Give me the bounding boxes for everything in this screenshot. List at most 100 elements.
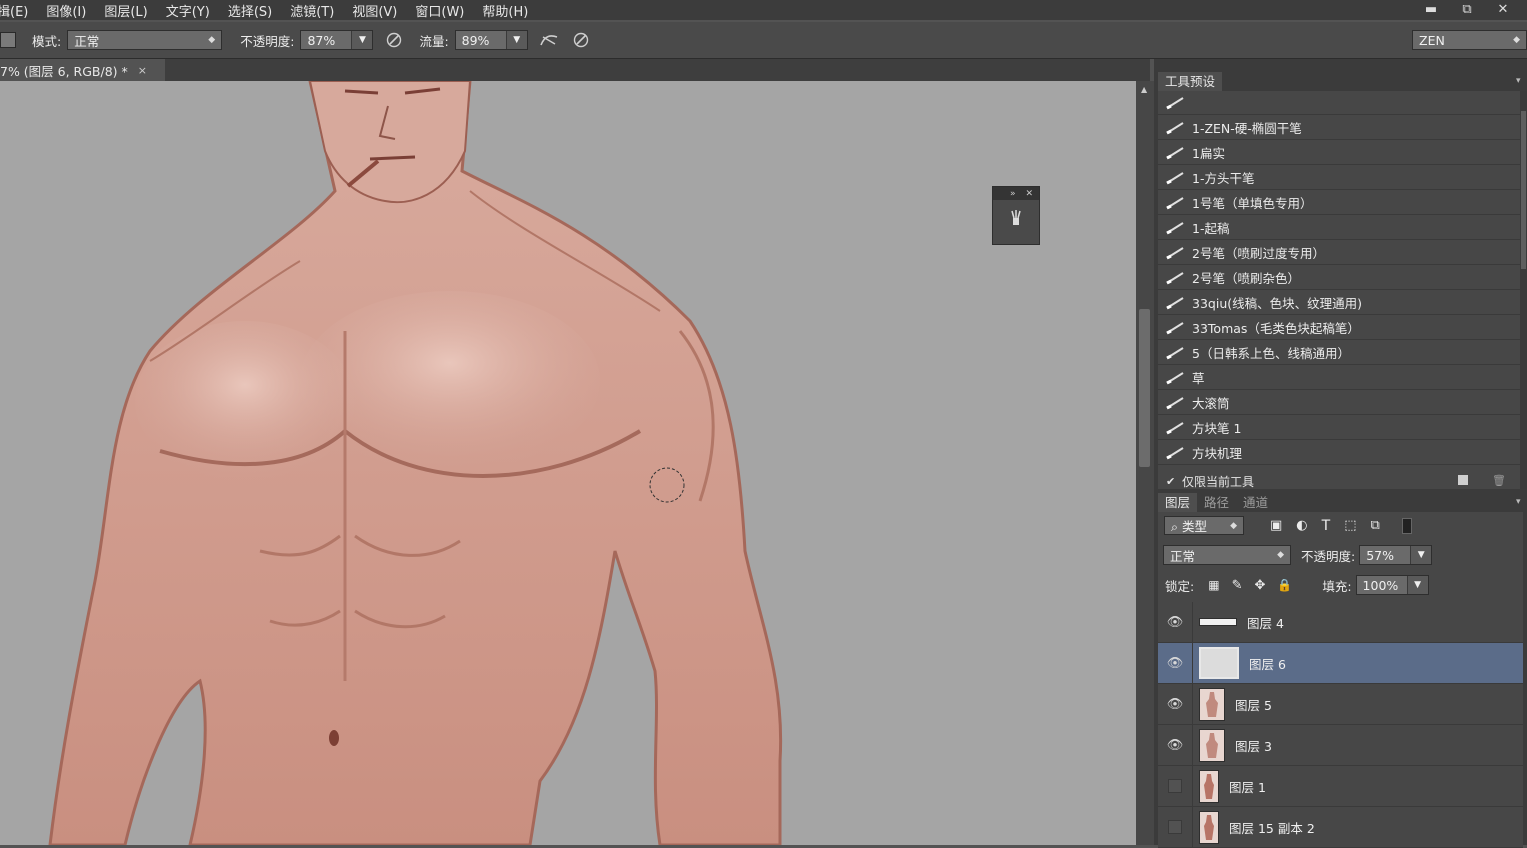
blend-mode-select[interactable]: 正常 ◆ (1163, 545, 1291, 565)
preset-item[interactable]: 1-起稿 (1158, 216, 1520, 240)
preset-item[interactable]: 大滚筒 (1158, 391, 1520, 415)
opacity-dropdown-arrow-icon[interactable]: ▼ (351, 31, 373, 49)
menu-window[interactable]: 窗口(W) (406, 1, 473, 20)
menu-layer[interactable]: 图层(L) (95, 1, 156, 20)
pressure-opacity-icon[interactable] (383, 29, 405, 51)
filter-adjustment-icon[interactable]: ◐ (1296, 518, 1307, 533)
workspace-select[interactable]: ZEN ◆ (1412, 30, 1527, 50)
opacity-label: 不透明度: (240, 33, 295, 49)
close-icon[interactable]: ✕ (1025, 189, 1033, 199)
presets-scrollbar[interactable] (1520, 91, 1527, 489)
brush-preset-icon (1158, 446, 1192, 460)
layer-opacity-field[interactable]: 57% ▼ (1359, 545, 1433, 565)
filter-type-icon[interactable]: T (1322, 518, 1331, 534)
airbrush-icon[interactable] (538, 29, 560, 51)
eye-icon[interactable]: 👁 (1158, 602, 1193, 642)
fill-value[interactable]: 100% (1357, 578, 1407, 593)
layer-opacity-value[interactable]: 57% (1360, 548, 1410, 563)
layer-row[interactable]: 图层 1 (1158, 766, 1523, 807)
menu-type[interactable]: 文字(Y) (157, 1, 219, 20)
close-window-button[interactable]: ✕ (1485, 0, 1521, 18)
filter-pixel-icon[interactable]: ▣ (1270, 518, 1282, 533)
flow-dropdown-arrow-icon[interactable]: ▼ (505, 31, 527, 49)
layer-opacity-dropdown-icon[interactable]: ▼ (1410, 546, 1432, 564)
filter-shape-icon[interactable]: ⬚ (1344, 518, 1356, 533)
visibility-toggle-off[interactable] (1158, 766, 1193, 806)
menu-image[interactable]: 图像(I) (37, 1, 95, 20)
canvas-vertical-scrollbar[interactable]: ▲ (1136, 81, 1154, 845)
opacity-value[interactable]: 87% (301, 33, 351, 48)
brush-preset-icon (1158, 171, 1192, 185)
tool-preset-picker-icon[interactable] (0, 32, 16, 48)
current-tool-only-checkbox[interactable]: ✔ (1166, 475, 1178, 488)
restore-button[interactable]: ⧉ (1449, 0, 1485, 18)
preset-item[interactable]: 2号笔（喷刷杂色） (1158, 266, 1520, 290)
opacity-field[interactable]: 87% ▼ (300, 30, 374, 50)
preset-item[interactable]: 33qiu(线稿、色块、纹理通用) (1158, 291, 1520, 315)
fill-field[interactable]: 100% ▼ (1355, 575, 1429, 595)
preset-item[interactable]: 方块机理 (1158, 441, 1520, 465)
preset-item[interactable]: 草 (1158, 366, 1520, 390)
preset-item[interactable]: 5（日韩系上色、线稿通用） (1158, 341, 1520, 365)
lock-all-icon[interactable]: 🔒 (1277, 578, 1292, 592)
flow-field[interactable]: 89% ▼ (454, 30, 528, 50)
preset-item[interactable]: 1-ZEN-硬-椭圆干笔 (1158, 116, 1520, 140)
lock-image-icon[interactable]: ✎ (1232, 578, 1243, 593)
preset-item[interactable]: 1-方头干笔 (1158, 166, 1520, 190)
floating-panel-header[interactable]: » ✕ (993, 187, 1039, 200)
eye-icon[interactable]: 👁 (1158, 643, 1193, 683)
menu-select[interactable]: 选择(S) (219, 1, 281, 20)
scrollbar-thumb[interactable] (1139, 309, 1150, 467)
layer-row[interactable]: 👁 图层 3 (1158, 725, 1523, 766)
preset-item[interactable]: 2号笔（喷刷过度专用） (1158, 241, 1520, 265)
brush-preset-icon (1158, 371, 1192, 385)
canvas-area[interactable] (0, 81, 1136, 845)
flow-value[interactable]: 89% (456, 33, 506, 48)
preset-item[interactable]: 方块笔 1 (1158, 416, 1520, 440)
menu-help[interactable]: 帮助(H) (473, 1, 537, 20)
menu-edit[interactable]: 揖(E) (0, 1, 37, 20)
presets-scrollbar-thumb[interactable] (1521, 111, 1526, 269)
layer-blend-row: 正常 ◆ 不透明度: 57% ▼ (1163, 545, 1433, 565)
menu-view[interactable]: 视图(V) (343, 1, 406, 20)
tab-tool-presets[interactable]: 工具预设 (1158, 72, 1223, 91)
menu-filter[interactable]: 滤镜(T) (281, 1, 343, 20)
window-controls: ▬ ⧉ ✕ (1413, 0, 1521, 18)
brush-preset-icon (1158, 121, 1192, 135)
tab-paths[interactable]: 路径 (1197, 493, 1236, 512)
visibility-toggle-off[interactable] (1158, 807, 1193, 847)
eye-icon[interactable]: 👁 (1158, 725, 1193, 765)
layer-row[interactable]: 👁 图层 4 (1158, 602, 1523, 643)
collapse-icon[interactable]: » (1010, 189, 1016, 199)
document-tab[interactable]: 7% (图层 6, RGB/8) * × (0, 59, 165, 81)
tab-channels[interactable]: 通道 (1236, 493, 1275, 512)
document-tab-bar: 7% (图层 6, RGB/8) * × (0, 59, 1150, 81)
preset-item[interactable]: 1号笔（单填色专用） (1158, 191, 1520, 215)
layer-row[interactable]: 图层 15 副本 2 (1158, 807, 1523, 848)
minimize-button[interactable]: ▬ (1413, 0, 1449, 18)
preset-item[interactable] (1158, 91, 1520, 115)
lock-position-icon[interactable]: ✥ (1254, 578, 1265, 593)
tab-layers[interactable]: 图层 (1158, 493, 1198, 512)
scroll-up-arrow-icon[interactable]: ▲ (1141, 85, 1147, 94)
delete-preset-icon[interactable]: 🗑 (1492, 474, 1506, 487)
document-close-icon[interactable]: × (138, 64, 147, 77)
filter-toggle-icon[interactable] (1401, 517, 1412, 534)
new-preset-icon[interactable] (1458, 475, 1468, 485)
layer-filter-select[interactable]: ⌕ 类型 ◆ (1164, 516, 1244, 535)
eye-icon[interactable]: 👁 (1158, 684, 1193, 724)
layer-row[interactable]: 👁 图层 5 (1158, 684, 1523, 725)
pressure-size-icon[interactable] (570, 29, 592, 51)
panel-menu-icon[interactable]: ▾ (1516, 76, 1521, 86)
layers-panel-menu-icon[interactable]: ▾ (1516, 497, 1521, 507)
preset-item[interactable]: 1扁实 (1158, 141, 1520, 165)
current-tool-only-label: 仅限当前工具 (1182, 474, 1255, 489)
lock-transparent-icon[interactable]: ▦ (1208, 578, 1219, 592)
fill-dropdown-icon[interactable]: ▼ (1406, 576, 1428, 594)
brush-tool-icon[interactable] (1008, 209, 1024, 231)
mode-select[interactable]: 正常 ◆ (67, 30, 223, 50)
filter-smart-object-icon[interactable]: ⧉ (1371, 518, 1380, 533)
preset-item[interactable]: 33Tomas（毛类色块起稿笔） (1158, 316, 1520, 340)
layer-row-selected[interactable]: 👁 图层 6 (1158, 643, 1523, 684)
layer-thumbnail (1199, 687, 1225, 721)
